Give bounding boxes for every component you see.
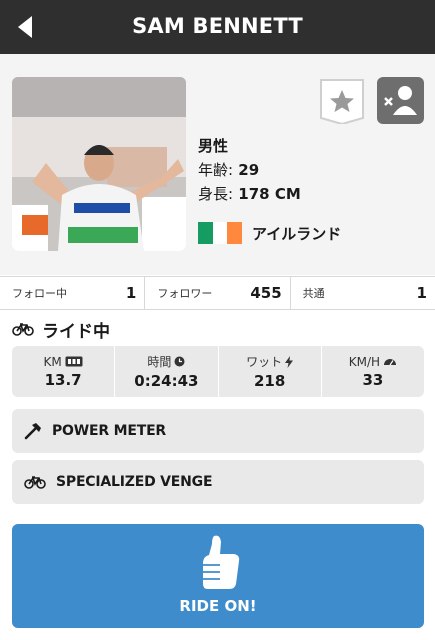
height-value: 178 CM (238, 185, 301, 203)
metric-speed: KM/H 33 (322, 346, 424, 397)
ride-on-button[interactable]: RIDE ON! (12, 524, 424, 628)
metric-label: ワット (246, 355, 283, 369)
height-label: 身長: (198, 185, 234, 203)
rider-info: 男性 年齢: 29 身長: 178 CM (198, 134, 301, 206)
metric-label: KM (43, 354, 62, 369)
stat-following[interactable]: フォロー中 1 (0, 277, 146, 309)
stat-value: 1 (125, 284, 137, 302)
speedometer-icon (384, 359, 397, 366)
equipment-label: POWER METER (52, 423, 167, 439)
metric-value: 33 (362, 370, 384, 389)
stat-label: フォロワー (157, 287, 213, 300)
stat-label: フォロー中 (12, 287, 67, 300)
power-meter-row[interactable]: POWER METER (12, 409, 424, 453)
stat-label: 共通 (302, 287, 325, 300)
stat-value: 1 (416, 284, 427, 302)
stat-followers[interactable]: フォロワー 455 (145, 277, 291, 309)
metric-value: 218 (253, 372, 286, 390)
unfollow-button[interactable] (377, 77, 424, 124)
bike-icon (24, 476, 46, 489)
profile-section: 男性 年齢: 29 身長: 178 CM アイルランド (0, 54, 435, 275)
bike-icon (12, 323, 34, 336)
app-header: SAM BENNETT (0, 0, 435, 54)
metric-value: 0:24:43 (134, 372, 199, 390)
social-stats: フォロー中 1 フォロワー 455 共通 1 (0, 276, 435, 310)
remove-user-icon (384, 86, 417, 115)
age-row: 年齢: 29 (198, 158, 301, 182)
metric-distance: KM 13.7 (12, 346, 116, 397)
clock-icon (174, 356, 185, 367)
metric-watts: ワット 218 (219, 346, 322, 397)
page-title: SAM BENNETT (132, 14, 303, 38)
gender-text: 男性 (198, 137, 229, 155)
riding-title: ライド中 (42, 321, 110, 342)
odometer-icon (65, 356, 83, 367)
riding-status: ライド中 (12, 317, 110, 342)
thumbs-up-icon (203, 535, 240, 589)
ireland-flag-icon (198, 222, 243, 244)
star-icon (320, 79, 364, 126)
favorite-button[interactable] (319, 78, 365, 126)
lightning-icon (285, 355, 294, 368)
ride-metrics: KM 13.7 時間 0:24:43 ワット 218 KM/H 33 (12, 346, 424, 397)
country-name: アイルランド (252, 224, 342, 243)
height-row: 身長: 178 CM (198, 182, 301, 206)
bike-row[interactable]: SPECIALIZED VENGE (12, 460, 424, 504)
stat-mutual[interactable]: 共通 1 (291, 277, 435, 309)
equipment-label: SPECIALIZED VENGE (56, 474, 213, 490)
age-value: 29 (238, 161, 260, 179)
metric-value: 13.7 (44, 370, 82, 389)
stat-value: 455 (250, 284, 282, 302)
metric-label: KM/H (348, 354, 381, 369)
metric-time: 時間 0:24:43 (115, 346, 219, 397)
hammer-icon (24, 423, 41, 440)
metric-label: 時間 (147, 355, 172, 369)
nationality: アイルランド (198, 222, 341, 244)
ride-on-label: RIDE ON! (179, 597, 257, 615)
age-label: 年齢: (198, 161, 234, 179)
rider-photo (12, 77, 186, 251)
